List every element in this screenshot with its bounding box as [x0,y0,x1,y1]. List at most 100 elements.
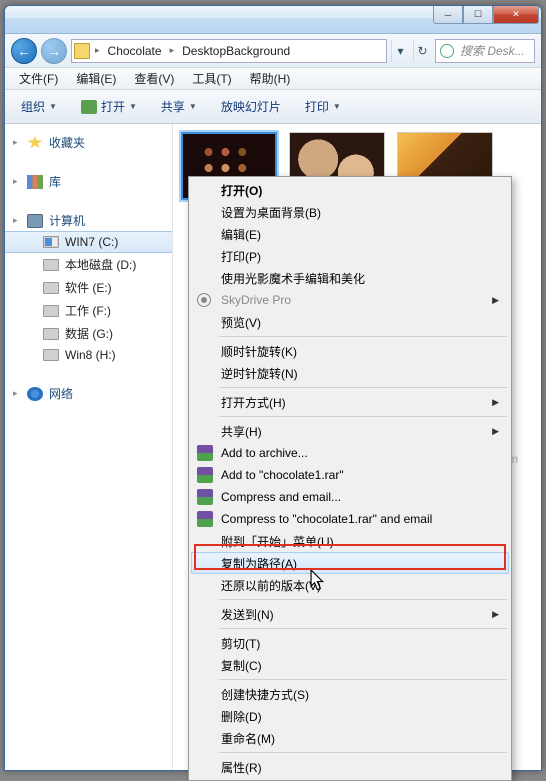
sidebar-computer[interactable]: 计算机 [5,210,172,231]
context-menu-label: 重命名(M) [221,730,275,747]
context-menu-label: Add to "chocolate1.rar" [221,468,344,482]
address-dropdown[interactable]: ▾ [391,40,409,62]
context-menu-item[interactable]: 使用光影魔术手编辑和美化 [191,267,509,289]
search-placeholder: 搜索 Desk... [460,42,525,59]
context-menu-separator [219,416,507,417]
context-menu-item[interactable]: 复制为路径(A) [191,552,509,574]
context-menu-item[interactable]: 复制(C) [191,654,509,676]
context-menu-label: Add to archive... [221,446,308,460]
nav-forward-button[interactable]: → [41,38,67,64]
context-menu-label: 预览(V) [221,314,261,331]
context-menu-label: 还原以前的版本(V) [221,577,321,594]
share-button[interactable]: 共享▼ [153,95,205,118]
context-menu-item[interactable]: 设置为桌面背景(B) [191,201,509,223]
menu-bar: 文件(F) 编辑(E) 查看(V) 工具(T) 帮助(H) [5,68,541,90]
chevron-down-icon: ▼ [189,102,197,111]
context-menu-label: 打开(O) [221,182,262,199]
menu-view[interactable]: 查看(V) [126,68,182,89]
sidebar-drive-g[interactable]: 数据 (G:) [5,322,172,345]
context-menu-item[interactable]: Compress and email... [191,486,509,508]
breadcrumb-part[interactable]: Chocolate [105,44,165,58]
menu-edit[interactable]: 编辑(E) [68,68,124,89]
context-menu-item[interactable]: 共享(H)▶ [191,420,509,442]
sidebar-drive-h[interactable]: Win8 (H:) [5,345,172,365]
breadcrumb[interactable]: ▸ Chocolate ▸ DesktopBackground [71,39,387,63]
chevron-down-icon: ▼ [129,102,137,111]
context-menu-separator [219,336,507,337]
context-menu-item[interactable]: 发送到(N)▶ [191,603,509,625]
submenu-arrow-icon: ▶ [492,295,499,306]
maximize-button[interactable]: ☐ [463,6,493,24]
sidebar-drive-c[interactable]: WIN7 (C:) [5,231,172,253]
menu-file[interactable]: 文件(F) [11,68,66,89]
close-button[interactable]: ✕ [493,6,539,24]
context-menu-item[interactable]: 打开方式(H)▶ [191,391,509,413]
context-menu-item[interactable]: 顺时针旋转(K) [191,340,509,362]
context-menu-separator [219,752,507,753]
context-menu-item[interactable]: 编辑(E) [191,223,509,245]
context-menu-item[interactable]: 删除(D) [191,705,509,727]
sidebar-network[interactable]: 网络 [5,383,172,404]
context-menu-item[interactable]: 打开(O) [191,179,509,201]
skydrive-icon [197,293,211,307]
submenu-arrow-icon: ▶ [492,397,499,408]
context-menu-label: Compress and email... [221,490,341,504]
winrar-icon [197,467,213,483]
drive-icon [43,305,59,317]
context-menu-item[interactable]: Compress to "chocolate1.rar" and email [191,508,509,530]
context-menu-label: 打印(P) [221,248,261,265]
open-icon [81,100,97,114]
context-menu-item[interactable]: 还原以前的版本(V) [191,574,509,596]
nav-back-button[interactable]: ← [11,38,37,64]
menu-tools[interactable]: 工具(T) [184,68,239,89]
drive-icon [43,328,59,340]
context-menu-item[interactable]: 创建快捷方式(S) [191,683,509,705]
menu-help[interactable]: 帮助(H) [242,68,299,89]
slideshow-button[interactable]: 放映幻灯片 [213,95,289,118]
refresh-button[interactable]: ↻ [413,40,431,62]
context-menu-label: 共享(H) [221,423,262,440]
search-input[interactable]: 搜索 Desk... [435,39,535,63]
drive-icon [43,349,59,361]
breadcrumb-sep-icon: ▸ [167,45,178,56]
print-button[interactable]: 打印▼ [297,95,349,118]
context-menu-item[interactable]: 重命名(M) [191,727,509,749]
context-menu-label: 使用光影魔术手编辑和美化 [221,270,365,287]
context-menu-label: 创建快捷方式(S) [221,686,309,703]
context-menu-label: 删除(D) [221,708,262,725]
context-menu-label: SkyDrive Pro [221,293,291,307]
context-menu-label: Compress to "chocolate1.rar" and email [221,512,432,526]
context-menu-item[interactable]: 附到「开始」菜单(U) [191,530,509,552]
drive-icon [43,259,59,271]
context-menu-item[interactable]: 逆时针旋转(N) [191,362,509,384]
sidebar-drive-d[interactable]: 本地磁盘 (D:) [5,253,172,276]
context-menu-item[interactable]: 剪切(T) [191,632,509,654]
sidebar-favorites[interactable]: 收藏夹 [5,132,172,153]
drive-icon [43,236,59,248]
library-icon [27,175,43,189]
context-menu-label: 设置为桌面背景(B) [221,204,321,221]
context-menu-item[interactable]: Add to archive... [191,442,509,464]
window-buttons: ─ ☐ ✕ [433,6,539,24]
context-menu-label: 逆时针旋转(N) [221,365,298,382]
sidebar-drive-e[interactable]: 软件 (E:) [5,276,172,299]
computer-icon [27,214,43,228]
breadcrumb-part[interactable]: DesktopBackground [179,44,293,58]
sidebar-library[interactable]: 库 [5,171,172,192]
folder-icon [74,43,90,59]
context-menu-separator [219,599,507,600]
context-menu-label: 剪切(T) [221,635,260,652]
sidebar-drive-f[interactable]: 工作 (F:) [5,299,172,322]
context-menu-label: 编辑(E) [221,226,261,243]
titlebar: ─ ☐ ✕ [5,6,541,34]
minimize-button[interactable]: ─ [433,6,463,24]
winrar-icon [197,489,213,505]
context-menu-item[interactable]: 属性(R) [191,756,509,778]
organize-button[interactable]: 组织▼ [13,95,65,118]
open-button[interactable]: 打开▼ [73,95,145,118]
context-menu-item[interactable]: Add to "chocolate1.rar" [191,464,509,486]
context-menu-separator [219,628,507,629]
toolbar: 组织▼ 打开▼ 共享▼ 放映幻灯片 打印▼ [5,90,541,124]
context-menu-item[interactable]: 预览(V) [191,311,509,333]
context-menu-item[interactable]: 打印(P) [191,245,509,267]
